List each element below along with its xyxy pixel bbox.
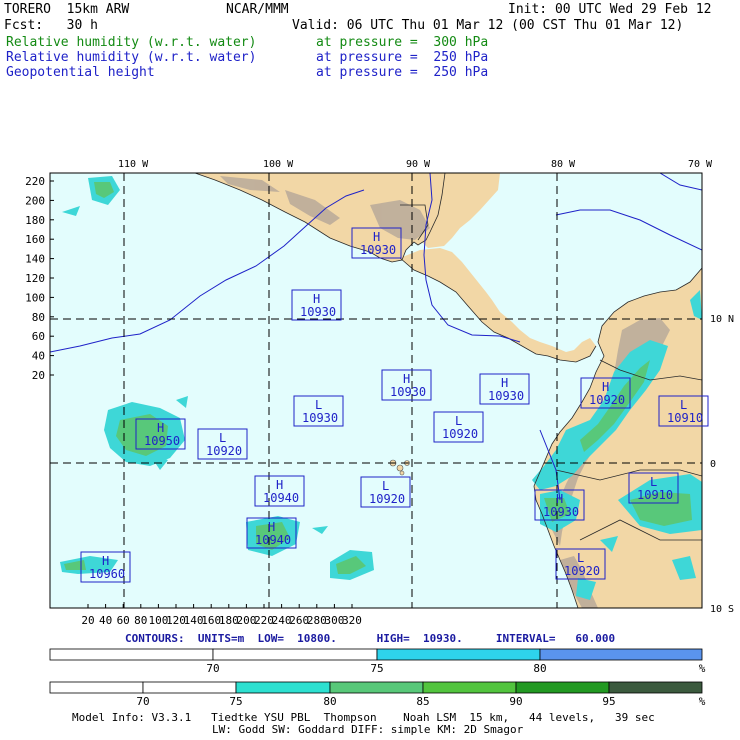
colorbar-segment (329, 681, 424, 694)
colorbar-unit: % (699, 662, 706, 675)
colorbar-segment (422, 681, 517, 694)
colorbar-label: 85 (416, 695, 429, 708)
colorbar-segment (212, 648, 378, 661)
colorbar-segment (515, 681, 610, 694)
colorbar-lower: 70 75 80 85 90 95% (49, 681, 706, 708)
colorbars: 70 75 80% 70 75 80 85 90 95% (49, 648, 706, 708)
colorbar-label: 95 (602, 695, 615, 708)
colorbar-unit: % (699, 695, 706, 708)
colorbar-label: 70 (136, 695, 149, 708)
colorbar-segment (235, 681, 331, 694)
colorbar-label: 75 (229, 695, 242, 708)
colorbar-segment (608, 681, 703, 694)
colorbar-segment (376, 648, 541, 661)
colorbar-label: 70 (206, 662, 219, 675)
colorbar-segment (49, 648, 214, 661)
colorbar-upper: 70 75 80% (49, 648, 706, 675)
model-physics: LW: Godd SW: Goddard DIFF: simple KM: 2D… (212, 723, 524, 736)
colorbar-label: 75 (370, 662, 383, 675)
colorbar-segment (49, 681, 144, 694)
colorbar-label: 80 (533, 662, 546, 675)
colorbar-segment (539, 648, 703, 661)
colorbar-label: 80 (323, 695, 336, 708)
colorbar-label: 90 (509, 695, 522, 708)
colorbar-segment (142, 681, 237, 694)
